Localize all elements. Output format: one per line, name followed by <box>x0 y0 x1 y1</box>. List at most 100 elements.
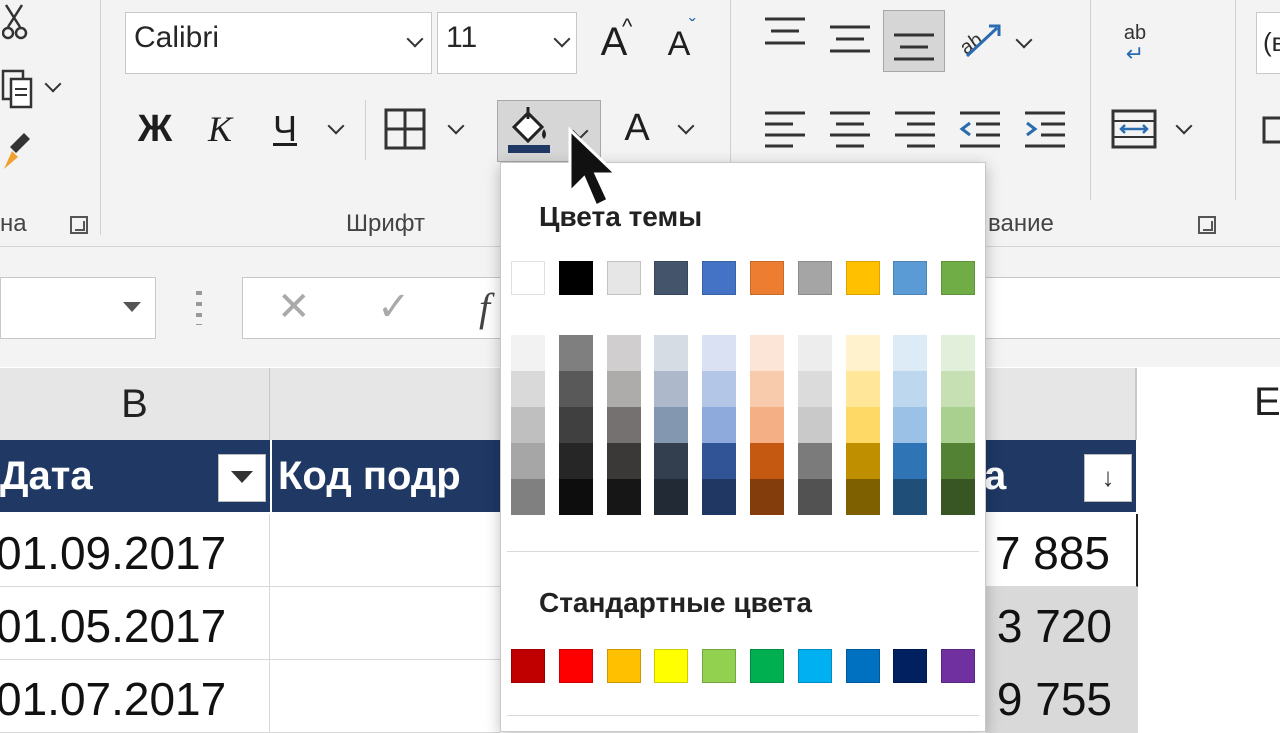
standard-color-swatch-light-blue[interactable] <box>797 649 832 683</box>
cell-code[interactable] <box>270 514 500 587</box>
theme-shade-swatch-blue-3[interactable] <box>702 407 737 443</box>
drag-handle-icon[interactable] <box>196 291 202 325</box>
increase-indent-icon[interactable] <box>1020 104 1070 154</box>
underline-button[interactable]: Ч <box>260 104 310 154</box>
theme-shade-swatch-black-4[interactable] <box>558 443 593 479</box>
theme-shade-swatch-light-gray-1[interactable] <box>606 335 641 371</box>
theme-shade-swatch-light-gray-2[interactable] <box>606 371 641 407</box>
theme-shade-swatch-gray-4[interactable] <box>797 443 832 479</box>
alignment-dialog-launcher-icon[interactable] <box>1198 216 1216 234</box>
theme-shade-swatch-dark-blue-2[interactable] <box>654 371 689 407</box>
theme-color-swatch-green[interactable] <box>941 261 976 295</box>
enter-icon[interactable]: ✓ <box>377 284 411 330</box>
borders-dropdown-chevron-icon[interactable] <box>447 117 465 135</box>
theme-shade-swatch-orange-1[interactable] <box>750 335 784 371</box>
currency-format-icon[interactable] <box>1260 110 1280 150</box>
theme-shade-swatch-white-5[interactable] <box>511 479 545 515</box>
align-middle-icon[interactable] <box>825 14 875 64</box>
theme-color-swatch-gray[interactable] <box>797 261 832 295</box>
theme-shade-swatch-black-3[interactable] <box>558 407 593 443</box>
theme-shade-swatch-light-gray-5[interactable] <box>606 479 641 515</box>
theme-shade-swatch-blue-2[interactable] <box>702 371 737 407</box>
standard-color-swatch-light-green[interactable] <box>702 649 737 683</box>
format-painter-icon[interactable] <box>0 128 34 172</box>
standard-color-swatch-green[interactable] <box>750 649 784 683</box>
align-center-icon[interactable] <box>825 104 875 154</box>
theme-color-swatch-white[interactable] <box>511 261 545 295</box>
theme-shade-swatch-light-blue-2[interactable] <box>893 371 928 407</box>
theme-shade-swatch-blue-1[interactable] <box>702 335 737 371</box>
shrink-font-button[interactable]: A ˇ <box>655 16 703 72</box>
name-box-dropdown-icon[interactable] <box>123 302 141 312</box>
theme-shade-swatch-orange-3[interactable] <box>750 407 784 443</box>
standard-color-swatch-yellow[interactable] <box>654 649 689 683</box>
theme-shade-swatch-orange-4[interactable] <box>750 443 784 479</box>
theme-shade-swatch-white-1[interactable] <box>511 335 545 371</box>
number-format-dropdown[interactable]: (в <box>1256 12 1280 74</box>
standard-color-swatch-dark-blue[interactable] <box>893 649 928 683</box>
theme-shade-swatch-dark-blue-3[interactable] <box>654 407 689 443</box>
align-left-icon[interactable] <box>760 104 810 154</box>
orientation-dropdown-chevron-icon[interactable] <box>1015 31 1033 49</box>
theme-shade-swatch-gray-2[interactable] <box>797 371 832 407</box>
theme-color-swatch-black[interactable] <box>558 261 593 295</box>
table-row[interactable]: 01.09.2017 <box>0 514 270 587</box>
theme-color-swatch-orange[interactable] <box>750 261 784 295</box>
theme-shade-swatch-gold-2[interactable] <box>845 371 880 407</box>
font-name-dropdown[interactable]: Calibri <box>125 12 432 74</box>
table-header-date[interactable]: Дата <box>0 440 270 512</box>
theme-shade-swatch-gold-4[interactable] <box>845 443 880 479</box>
filter-dropdown-icon[interactable] <box>218 454 266 502</box>
standard-color-swatch-dark-red[interactable] <box>511 649 545 683</box>
theme-shade-swatch-black-1[interactable] <box>558 335 593 371</box>
column-header-b[interactable]: B <box>0 368 270 440</box>
orientation-icon[interactable]: ab <box>955 12 1005 66</box>
theme-color-swatch-light-blue[interactable] <box>893 261 928 295</box>
theme-shade-swatch-green-1[interactable] <box>941 335 976 371</box>
insert-function-icon[interactable]: f <box>479 284 490 331</box>
theme-color-swatch-dark-blue[interactable] <box>654 261 689 295</box>
decrease-indent-icon[interactable] <box>955 104 1005 154</box>
align-bottom-button[interactable] <box>883 10 945 72</box>
column-header-e[interactable]: E <box>1136 368 1280 440</box>
theme-shade-swatch-black-5[interactable] <box>558 479 593 515</box>
standard-color-swatch-purple[interactable] <box>941 649 976 683</box>
standard-color-swatch-blue[interactable] <box>845 649 880 683</box>
theme-shade-swatch-gold-1[interactable] <box>845 335 880 371</box>
cell-code[interactable] <box>270 587 500 660</box>
theme-shade-swatch-green-2[interactable] <box>941 371 976 407</box>
font-size-dropdown[interactable]: 11 <box>437 12 577 74</box>
merge-center-icon[interactable] <box>1108 104 1160 154</box>
table-row[interactable]: 01.05.2017 <box>0 587 270 660</box>
theme-shade-swatch-black-2[interactable] <box>558 371 593 407</box>
cell-code[interactable] <box>270 660 500 733</box>
clipboard-dialog-launcher-icon[interactable] <box>70 216 88 234</box>
theme-color-swatch-gold[interactable] <box>845 261 880 295</box>
theme-shade-swatch-light-blue-3[interactable] <box>893 407 928 443</box>
theme-shade-swatch-blue-5[interactable] <box>702 479 737 515</box>
theme-shade-swatch-light-blue-1[interactable] <box>893 335 928 371</box>
theme-shade-swatch-blue-4[interactable] <box>702 443 737 479</box>
standard-color-swatch-red[interactable] <box>558 649 593 683</box>
theme-shade-swatch-green-3[interactable] <box>941 407 976 443</box>
theme-color-swatch-light-gray[interactable] <box>606 261 641 295</box>
italic-button[interactable]: К <box>195 104 245 154</box>
grow-font-button[interactable]: A ^ <box>590 12 638 72</box>
theme-shade-swatch-dark-blue-4[interactable] <box>654 443 689 479</box>
theme-shade-swatch-gold-5[interactable] <box>845 479 880 515</box>
table-row[interactable]: 01.07.2017 <box>0 660 270 733</box>
cancel-icon[interactable]: ✕ <box>277 284 311 330</box>
theme-shade-swatch-light-gray-4[interactable] <box>606 443 641 479</box>
underline-dropdown-chevron-icon[interactable] <box>327 117 345 135</box>
theme-shade-swatch-green-5[interactable] <box>941 479 976 515</box>
theme-shade-swatch-dark-blue-1[interactable] <box>654 335 689 371</box>
theme-shade-swatch-orange-5[interactable] <box>750 479 784 515</box>
theme-shade-swatch-light-gray-3[interactable] <box>606 407 641 443</box>
cell-amount[interactable]: 9 755 <box>986 660 1138 733</box>
align-right-icon[interactable] <box>890 104 940 154</box>
borders-icon[interactable] <box>380 104 430 154</box>
theme-shade-swatch-white-3[interactable] <box>511 407 545 443</box>
theme-shade-swatch-orange-2[interactable] <box>750 371 784 407</box>
theme-shade-swatch-white-2[interactable] <box>511 371 545 407</box>
standard-color-swatch-orange[interactable] <box>606 649 641 683</box>
